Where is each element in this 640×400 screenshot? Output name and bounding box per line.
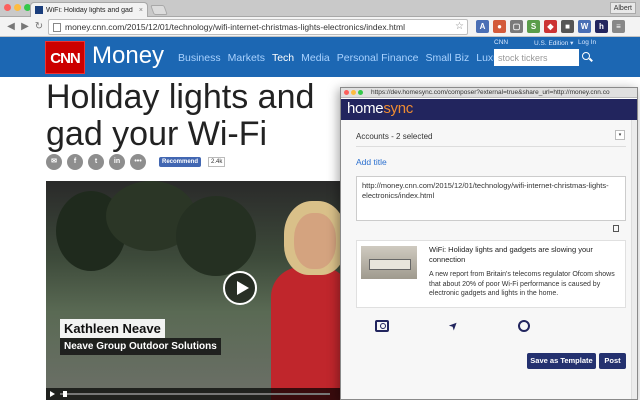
tab-title: WiFi: Holiday lights and gad bbox=[46, 6, 133, 14]
article-headline: Holiday lights and gad your Wi-Fi bbox=[46, 78, 315, 153]
link-preview-title: WiFi: Holiday lights and gadgets are slo… bbox=[429, 245, 593, 264]
email-share-icon[interactable]: ✉ bbox=[46, 154, 62, 170]
browser-tab-bar: WiFi: Holiday lights and gad × Albert bbox=[0, 0, 640, 17]
stock-search-input[interactable]: stock tickers bbox=[494, 49, 595, 66]
tree-shape bbox=[176, 196, 256, 276]
twitter-share-icon[interactable]: t bbox=[88, 154, 104, 170]
message-textarea[interactable]: http://money.cnn.com/2015/12/01/technolo… bbox=[356, 176, 626, 221]
extension-icon[interactable]: A bbox=[476, 20, 489, 33]
login-link[interactable]: Log In bbox=[578, 39, 596, 46]
nav-personal-finance[interactable]: Personal Finance bbox=[337, 52, 419, 64]
more-share-icon[interactable]: ••• bbox=[130, 154, 146, 170]
back-icon[interactable]: ◀ bbox=[4, 20, 18, 34]
popup-minimize-icon[interactable] bbox=[351, 90, 356, 95]
divider bbox=[356, 146, 626, 147]
popup-window-controls bbox=[344, 90, 363, 95]
tab-close-icon[interactable]: × bbox=[139, 7, 143, 14]
small-play-icon[interactable] bbox=[50, 391, 55, 397]
extension-icon[interactable]: ◆ bbox=[544, 20, 557, 33]
search-placeholder: stock tickers bbox=[498, 52, 548, 63]
speaker-face bbox=[294, 213, 336, 269]
extension-icon[interactable]: W bbox=[578, 20, 591, 33]
accounts-selector[interactable]: Accounts - 2 selected bbox=[356, 132, 432, 141]
bookmark-star-icon[interactable]: ☆ bbox=[455, 21, 464, 32]
extension-icons: A ● ▢ S ◆ ■ Wh ≡ bbox=[476, 20, 625, 33]
close-window-icon[interactable] bbox=[4, 4, 11, 11]
brand-home: home bbox=[347, 100, 384, 117]
extension-icon[interactable]: S bbox=[527, 20, 540, 33]
nav-tech[interactable]: Tech bbox=[272, 52, 294, 64]
profile-button[interactable]: Albert bbox=[609, 2, 636, 14]
speaker-jacket bbox=[271, 267, 342, 400]
cnn-link[interactable]: CNN bbox=[494, 39, 508, 46]
extension-icon[interactable]: ● bbox=[493, 20, 506, 33]
popup-maximize-icon[interactable] bbox=[358, 90, 363, 95]
share-bar: ✉ f t in ••• Recommend 2.4k bbox=[46, 154, 226, 170]
browser-toolbar: ◀ ▶ ↻ money.cnn.com/2015/12/01/technolog… bbox=[0, 17, 640, 37]
browser-tab[interactable]: WiFi: Holiday lights and gad × bbox=[30, 2, 148, 17]
reload-icon[interactable]: ↻ bbox=[32, 20, 46, 34]
minimize-window-icon[interactable] bbox=[14, 4, 21, 11]
cnn-logo[interactable]: CNN bbox=[45, 41, 85, 74]
address-bar[interactable]: money.cnn.com/2015/12/01/technology/wifi… bbox=[48, 19, 468, 35]
video-controls bbox=[46, 388, 342, 400]
document-icon[interactable] bbox=[613, 225, 619, 232]
search-icon[interactable] bbox=[579, 49, 595, 66]
nav-small-biz[interactable]: Small Biz bbox=[425, 52, 469, 64]
nav-business[interactable]: Business bbox=[178, 52, 221, 64]
nav-markets[interactable]: Markets bbox=[228, 52, 265, 64]
brand-sync: sync bbox=[383, 100, 413, 117]
save-as-template-button[interactable]: Save as Template bbox=[527, 353, 596, 369]
add-title-link[interactable]: Add title bbox=[356, 157, 387, 167]
link-thumbnail bbox=[361, 246, 417, 279]
camera-icon[interactable] bbox=[375, 320, 389, 332]
favicon-icon bbox=[35, 6, 43, 14]
progress-bar[interactable] bbox=[60, 393, 330, 395]
play-icon[interactable] bbox=[223, 271, 257, 305]
new-tab-button[interactable] bbox=[150, 5, 168, 15]
popup-url: https://dev.homesync.com/composer?extern… bbox=[371, 89, 610, 96]
homesync-popup: https://dev.homesync.com/composer?extern… bbox=[340, 87, 638, 400]
popup-titlebar: https://dev.homesync.com/composer?extern… bbox=[341, 88, 637, 98]
lower-third-org: Neave Group Outdoor Solutions bbox=[60, 338, 221, 355]
section-nav: Business Markets Tech Media Personal Fin… bbox=[178, 52, 508, 64]
post-button[interactable]: Post bbox=[599, 353, 626, 369]
linkedin-share-icon[interactable]: in bbox=[109, 154, 125, 170]
video-player[interactable]: Kathleen Neave Neave Group Outdoor Solut… bbox=[46, 181, 342, 400]
nav-media[interactable]: Media bbox=[301, 52, 330, 64]
popup-scrollbar[interactable] bbox=[631, 120, 637, 399]
forward-icon[interactable]: ▶ bbox=[18, 20, 32, 34]
window-controls bbox=[4, 4, 31, 11]
homesync-header: homesync bbox=[341, 99, 637, 120]
fb-recommend-button[interactable]: Recommend bbox=[159, 157, 202, 167]
clock-icon[interactable] bbox=[518, 320, 530, 332]
link-preview-card: WiFi: Holiday lights and gadgets are slo… bbox=[356, 240, 626, 308]
edition-dropdown[interactable]: U.S. Edition ▾ bbox=[534, 39, 573, 47]
extension-icon[interactable]: h bbox=[595, 20, 608, 33]
facebook-share-icon[interactable]: f bbox=[67, 154, 83, 170]
address-url[interactable]: money.cnn.com/2015/12/01/technology/wifi… bbox=[65, 22, 405, 32]
money-logo[interactable]: Money bbox=[92, 42, 164, 70]
page-icon bbox=[53, 22, 61, 32]
homesync-logo: homesync bbox=[347, 100, 413, 117]
chevron-down-icon[interactable]: ▾ bbox=[615, 130, 625, 140]
extension-icon[interactable]: ≡ bbox=[612, 20, 625, 33]
fb-count: 2.4k bbox=[208, 157, 226, 167]
popup-close-icon[interactable] bbox=[344, 90, 349, 95]
progress-knob[interactable] bbox=[62, 391, 67, 397]
link-preview-description: A new report from Britain's telecoms reg… bbox=[429, 271, 615, 297]
extension-icon[interactable]: ■ bbox=[561, 20, 574, 33]
lower-third-name: Kathleen Neave bbox=[60, 319, 165, 338]
extension-icon[interactable]: ▢ bbox=[510, 20, 523, 33]
